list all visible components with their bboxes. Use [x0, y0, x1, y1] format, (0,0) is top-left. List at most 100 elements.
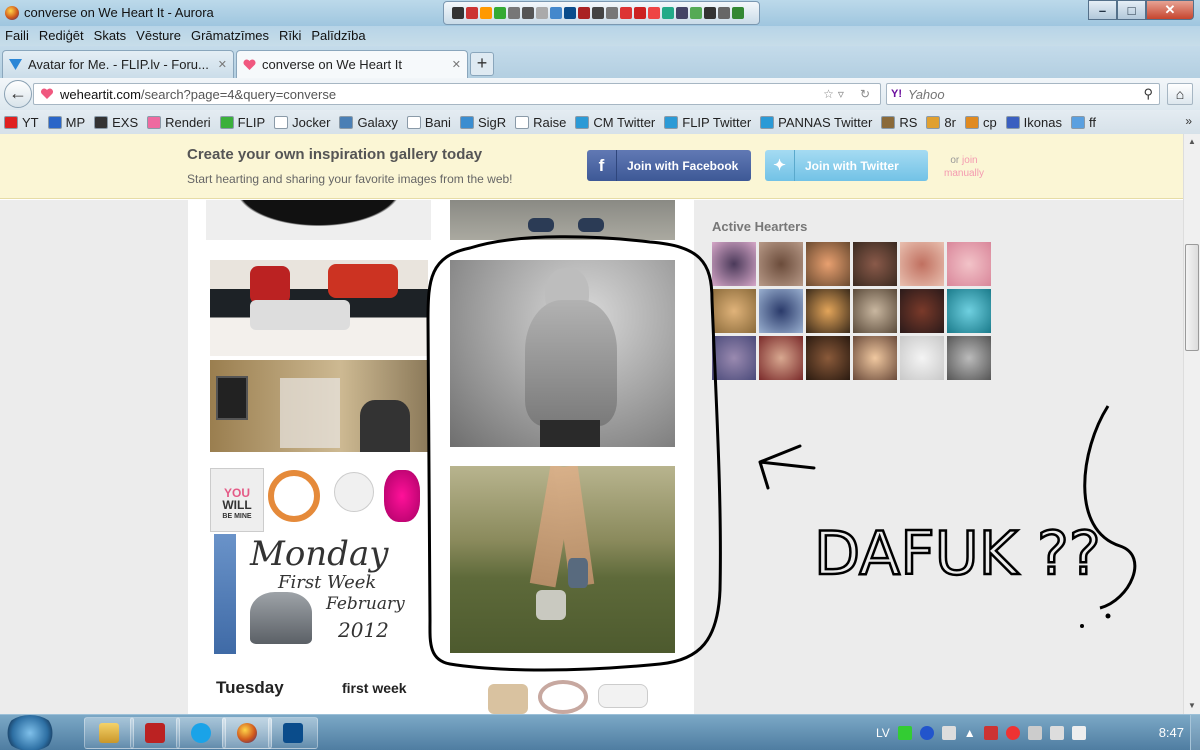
collage-image[interactable]: YOU WILL BE MINE Monday First Week Febru… — [206, 464, 432, 658]
menu-help[interactable]: Palīdzība — [306, 26, 370, 46]
app-icon[interactable] — [690, 7, 702, 19]
start-button[interactable] — [4, 715, 56, 750]
avatar[interactable] — [900, 289, 944, 333]
avatar[interactable] — [806, 289, 850, 333]
yahoo-engine-icon[interactable]: Y! — [891, 88, 902, 100]
reload-icon[interactable]: ↻ — [860, 87, 880, 101]
clock[interactable]: 8:47 — [1159, 725, 1184, 740]
search-input[interactable] — [908, 86, 1138, 102]
app-icon[interactable] — [466, 7, 478, 19]
app-icon[interactable] — [620, 7, 632, 19]
avatar[interactable] — [900, 336, 944, 380]
help-icon[interactable] — [919, 726, 934, 740]
bookmark-item[interactable]: 8r — [926, 115, 956, 130]
menu-file[interactable]: Faili — [0, 26, 34, 46]
bookmark-item[interactable]: Renderi — [147, 115, 211, 130]
photoshop-icon[interactable] — [564, 7, 576, 19]
image-thumbnail[interactable] — [488, 674, 658, 714]
bookmark-item[interactable]: MP — [47, 115, 85, 130]
bookmark-item[interactable]: CM Twitter — [575, 115, 655, 130]
bookmark-item[interactable]: PANNAS Twitter — [760, 115, 872, 130]
bookmark-star-icon[interactable]: ☆▿ — [823, 87, 854, 101]
image-thumbnail[interactable] — [450, 200, 675, 240]
bookmark-item[interactable]: Bani — [406, 115, 451, 130]
close-button[interactable]: ✕ — [1146, 0, 1194, 20]
bookmark-item[interactable]: Ikonas — [1005, 115, 1062, 130]
battery-icon[interactable] — [1049, 726, 1064, 740]
app-icon[interactable] — [732, 7, 744, 19]
bookmark-item[interactable]: cp — [964, 115, 997, 130]
app-icon[interactable] — [662, 7, 674, 19]
collage-image[interactable]: Tuesday first week — [206, 674, 432, 714]
minimize-button[interactable]: – — [1088, 0, 1117, 20]
tab-flip[interactable]: Avatar for Me. - FLIP.lv - Foru... ✕ — [2, 50, 234, 78]
language-indicator[interactable]: LV — [876, 726, 890, 740]
taskbar-explorer-button[interactable] — [84, 717, 134, 749]
bookmark-item[interactable]: FLIP — [219, 115, 265, 130]
tray-icon[interactable] — [983, 726, 998, 740]
image-thumbnail[interactable] — [450, 466, 675, 653]
avatar[interactable] — [947, 336, 991, 380]
volume-icon[interactable] — [1071, 726, 1086, 740]
avatar[interactable] — [853, 289, 897, 333]
url-bar[interactable]: weheartit.com/search?page=4&query=conver… — [33, 83, 881, 105]
avatar[interactable] — [806, 336, 850, 380]
bookmark-item[interactable]: FLIP Twitter — [664, 115, 751, 130]
search-icon[interactable]: ⚲ — [1143, 86, 1159, 102]
join-twitter-button[interactable]: ✦ Join with Twitter — [765, 150, 928, 181]
join-facebook-button[interactable]: f Join with Facebook — [587, 150, 751, 181]
image-thumbnail[interactable] — [210, 360, 428, 452]
menu-view[interactable]: Skats — [89, 26, 132, 46]
menu-bookmarks[interactable]: Grāmatzīmes — [186, 26, 274, 46]
avatar[interactable] — [947, 289, 991, 333]
taskbar-skype-button[interactable] — [176, 717, 226, 749]
scroll-up-arrow-icon[interactable]: ▲ — [1184, 134, 1200, 150]
scrollbar-thumb[interactable] — [1185, 244, 1199, 351]
avatar[interactable] — [759, 336, 803, 380]
tray-icon[interactable] — [897, 726, 912, 740]
app-icon[interactable] — [648, 7, 660, 19]
avatar[interactable] — [806, 242, 850, 286]
taskbar-photoshop-button[interactable] — [268, 717, 318, 749]
avatar[interactable] — [853, 242, 897, 286]
tab-weheartit[interactable]: converse on We Heart It ✕ — [236, 50, 468, 78]
new-tab-button[interactable]: + — [470, 52, 494, 76]
app-icon[interactable] — [452, 7, 464, 19]
app-icon[interactable] — [480, 7, 492, 19]
quick-launch-toolbar[interactable] — [443, 1, 760, 25]
taskbar-app-button[interactable] — [130, 717, 180, 749]
bookmark-item[interactable]: EXS — [94, 115, 138, 130]
vertical-scrollbar[interactable]: ▲ ▼ — [1183, 134, 1200, 714]
image-thumbnail[interactable] — [206, 200, 431, 240]
app-icon[interactable] — [592, 7, 604, 19]
avatar[interactable] — [947, 242, 991, 286]
bookmark-item[interactable]: Jocker — [274, 115, 330, 130]
app-icon[interactable] — [536, 7, 548, 19]
avatar[interactable] — [853, 336, 897, 380]
menu-tools[interactable]: Rīki — [274, 26, 306, 46]
tray-icon[interactable] — [941, 726, 956, 740]
tab-close-icon[interactable]: ✕ — [218, 58, 227, 71]
taskbar-browser-button[interactable] — [222, 717, 272, 749]
bookmark-item[interactable]: Raise — [515, 115, 566, 130]
bookmarks-overflow-chevron-icon[interactable]: » — [1185, 114, 1192, 128]
show-hidden-icons-icon[interactable]: ▲ — [964, 726, 976, 740]
app-icon[interactable] — [634, 7, 646, 19]
avatar[interactable] — [759, 289, 803, 333]
search-bar[interactable]: Y! ⚲ — [886, 83, 1160, 105]
tab-close-icon[interactable]: ✕ — [452, 58, 461, 71]
url-text[interactable]: weheartit.com/search?page=4&query=conver… — [60, 87, 817, 102]
image-thumbnail[interactable] — [210, 260, 428, 356]
app-icon[interactable] — [676, 7, 688, 19]
avatar[interactable] — [712, 289, 756, 333]
show-desktop-button[interactable] — [1190, 715, 1200, 750]
app-icon[interactable] — [508, 7, 520, 19]
home-button[interactable]: ⌂ — [1167, 83, 1193, 105]
app-icon[interactable] — [718, 7, 730, 19]
tray-icon[interactable] — [1027, 726, 1042, 740]
back-button[interactable]: ← — [4, 80, 32, 108]
scroll-down-arrow-icon[interactable]: ▼ — [1184, 698, 1200, 714]
menu-history[interactable]: Vēsture — [131, 26, 186, 46]
app-icon[interactable] — [704, 7, 716, 19]
app-icon[interactable] — [578, 7, 590, 19]
